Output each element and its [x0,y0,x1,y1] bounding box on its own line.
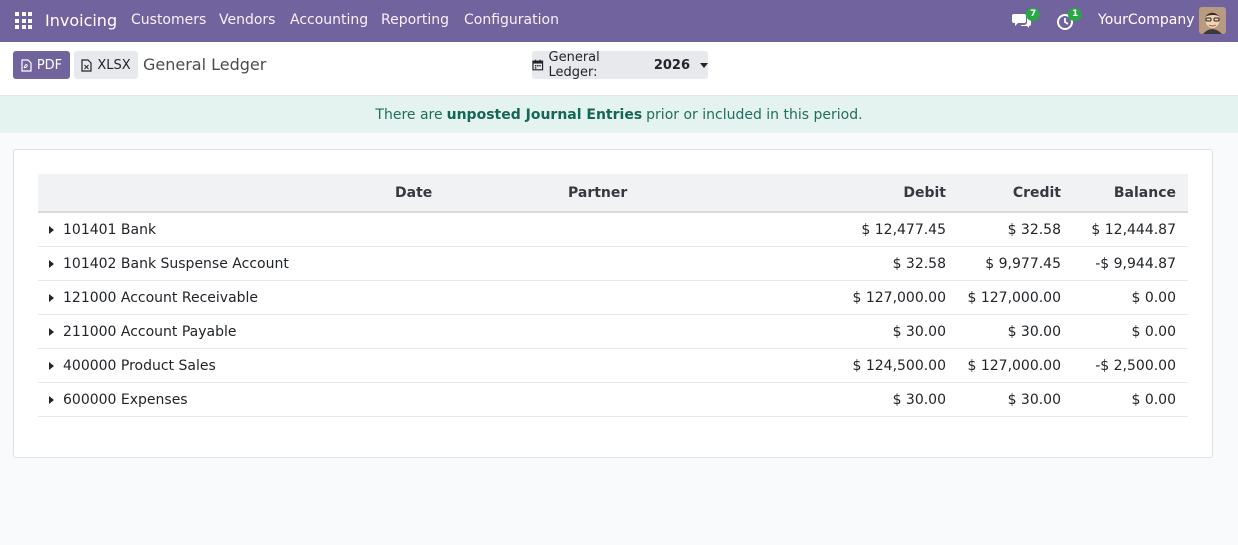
debit-value: $ 12,477.45 [861,222,946,238]
header-date: Date [395,185,433,201]
menu-accounting[interactable]: Accounting [290,12,368,28]
file-excel-icon [81,58,92,72]
account-name: 101401 Bank [63,222,157,238]
report-card: Date Partner Debit Credit Balance 101401… [13,149,1213,458]
debit-value: $ 127,000.00 [852,290,946,306]
caret-right-icon [49,226,54,234]
account-name: 400000 Product Sales [63,358,216,374]
chevron-down-icon [700,62,708,68]
period-filter-label: General Ledger: [548,50,600,80]
caret-right-icon [49,294,54,302]
debit-value: $ 124,500.00 [852,358,946,374]
menu-customers[interactable]: Customers [131,12,206,28]
credit-value: $ 127,000.00 [967,358,1061,374]
caret-right-icon [49,260,54,268]
table-header: Date Partner Debit Credit Balance [38,174,1188,213]
credit-value: $ 30.00 [1007,392,1061,408]
xlsx-button-label: XLSX [97,57,131,73]
credit-value: $ 30.00 [1007,324,1061,340]
app-name[interactable]: Invoicing [45,11,117,30]
header-debit: Debit [903,185,946,201]
company-switcher[interactable]: YourCompany [1098,12,1195,28]
balance-value: $ 0.00 [1131,324,1176,340]
account-name: 101402 Bank Suspense Account [63,256,289,272]
table-row[interactable]: 600000 Expenses $ 30.00 $ 30.00 $ 0.00 [38,383,1188,417]
table-row[interactable]: 101402 Bank Suspense Account $ 32.58 $ 9… [38,247,1188,281]
credit-value: $ 127,000.00 [967,290,1061,306]
table-row[interactable]: 211000 Account Payable $ 30.00 $ 30.00 $… [38,315,1188,349]
debit-value: $ 32.58 [892,256,946,272]
balance-value: -$ 2,500.00 [1095,358,1176,374]
menu-configuration[interactable]: Configuration [464,12,559,28]
alert-suffix: prior or included in this period. [646,106,863,123]
xlsx-button[interactable]: XLSX [74,51,138,79]
balance-value: $ 0.00 [1131,290,1176,306]
account-name: 121000 Account Receivable [63,290,259,306]
header-credit: Credit [1012,185,1061,201]
account-name: 211000 Account Payable [63,324,237,340]
pdf-button-label: PDF [36,57,63,73]
calendar-icon [532,59,544,71]
menu-reporting[interactable]: Reporting [381,12,449,28]
app-grid-icon[interactable] [15,12,32,29]
header-balance: Balance [1113,185,1176,201]
activities-badge: 1 [1068,8,1083,21]
control-panel: PDF XLSX General Ledger General Ledger: … [0,42,1238,96]
caret-right-icon [49,328,54,336]
credit-value: $ 9,977.45 [985,256,1061,272]
menu-vendors[interactable]: Vendors [219,12,275,28]
table-row[interactable]: 400000 Product Sales $ 124,500.00 $ 127,… [38,349,1188,383]
alert-prefix: There are [375,106,443,123]
messages-badge: 7 [1026,8,1041,21]
header-partner: Partner [568,185,628,201]
unposted-entries-link[interactable]: unposted Journal Entries [447,107,643,123]
table-row[interactable]: 121000 Account Receivable $ 127,000.00 $… [38,281,1188,315]
balance-value: $ 0.00 [1131,392,1176,408]
debit-value: $ 30.00 [892,392,946,408]
page-title: General Ledger [143,55,267,74]
debit-value: $ 30.00 [892,324,946,340]
user-avatar[interactable] [1199,7,1226,34]
account-name: 600000 Expenses [63,392,188,408]
balance-value: -$ 9,944.87 [1095,256,1176,272]
caret-right-icon [49,396,54,404]
file-pdf-icon [21,58,32,72]
pdf-button[interactable]: PDF [13,51,70,79]
table-row[interactable]: 101401 Bank $ 12,477.45 $ 32.58 $ 12,444… [38,213,1188,247]
credit-value: $ 32.58 [1007,222,1061,238]
caret-right-icon [49,362,54,370]
period-filter-value: 2026 [653,57,690,73]
unposted-entries-alert: There are unposted Journal Entries prior… [0,96,1238,133]
general-ledger-table: Date Partner Debit Credit Balance 101401… [38,174,1188,417]
top-navbar: Invoicing Customers Vendors Accounting R… [0,0,1238,42]
period-filter-dropdown[interactable]: General Ledger: 2026 [532,50,708,80]
balance-value: $ 12,444.87 [1091,222,1176,238]
